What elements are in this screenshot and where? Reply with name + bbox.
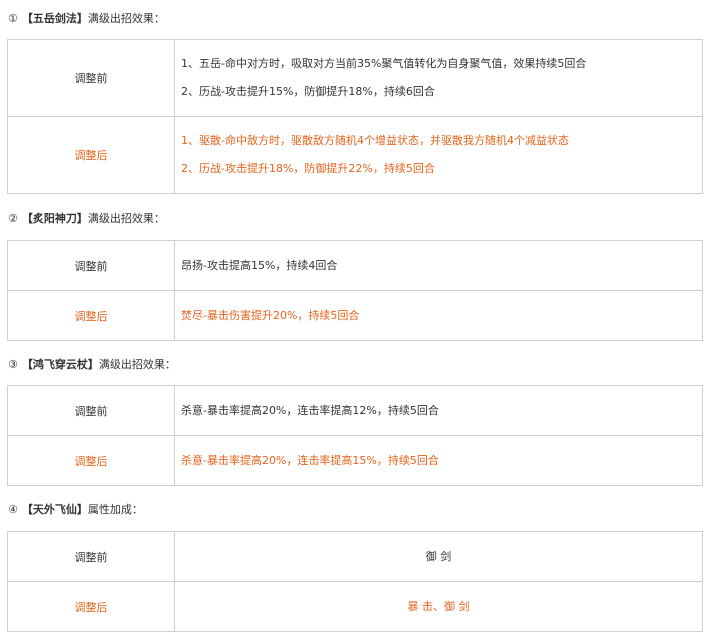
effect-line: 1、驱散-命中敌方时，驱散敌方随机4个增益状态，并驱散我方随机4个减益状态 [181,134,569,147]
section-2-heading: ② 【炙阳神刀】满级出招效果： [8,210,165,228]
section-3-heading: ③ 【鸿飞穿云杖】满级出招效果： [8,356,176,374]
before-cell: 杀意-暴击率提高20%，连击率提高12%，持续5回合 [174,385,703,436]
heading-suffix: 满级出招效果： [87,212,165,225]
attribute-value: 暴 击、御 剑 [407,599,470,613]
effect-line: 2、历战-攻击提升18%，防御提升22%，持续5回合 [181,162,435,175]
table-row-after: 调整后 1、驱散-命中敌方时，驱散敌方随机4个增益状态，并驱散我方随机4个减益状… [7,116,703,194]
skill-name: 【鸿飞穿云杖】 [21,358,99,371]
section-4-heading: ④ 【天外飞仙】属性加成： [8,501,143,519]
effect-line: 杀意-暴击率提高20%，连击率提高12%，持续5回合 [181,403,439,417]
section-3-table: 调整前 杀意-暴击率提高20%，连击率提高12%，持续5回合 调整后 杀意-暴击… [7,385,703,486]
effect-line: 2、历战-攻击提升15%，防御提升18%，持续6回合 [181,85,435,98]
heading-suffix: 满级出招效果： [87,12,165,25]
section-4-table: 调整前 御 剑 调整后 暴 击、御 剑 [7,531,703,632]
section-1-table: 调整前 1、五岳-命中对方时，吸取对方当前35%聚气值转化为自身聚气值，效果持续… [7,39,703,194]
table-row-after: 调整后 暴 击、御 剑 [7,581,703,632]
after-label: 调整后 [7,435,175,486]
after-cell: 杀意-暴击率提高20%，连击率提高15%，持续5回合 [174,435,703,486]
attribute-value: 御 剑 [425,549,452,563]
table-row-after: 调整后 焚尽-暴击伤害提升20%，持续5回合 [7,290,703,341]
effect-line: 焚尽-暴击伤害提升20%，持续5回合 [181,308,360,322]
before-cell: 御 剑 [174,531,703,582]
skill-name: 【天外飞仙】 [21,503,88,516]
section-2-table: 调整前 昂扬-攻击提高15%，持续4回合 调整后 焚尽-暴击伤害提升20%，持续… [7,240,703,341]
table-row-before: 调整前 御 剑 [7,531,703,582]
after-label: 调整后 [7,290,175,341]
heading-suffix: 满级出招效果： [98,358,176,371]
effect-line: 昂扬-攻击提高15%，持续4回合 [181,258,338,272]
table-row-before: 调整前 杀意-暴击率提高20%，连击率提高12%，持续5回合 [7,385,703,436]
before-cell: 1、五岳-命中对方时，吸取对方当前35%聚气值转化为自身聚气值，效果持续5回合 … [174,39,703,117]
before-label: 调整前 [7,39,175,117]
before-cell: 昂扬-攻击提高15%，持续4回合 [174,240,703,291]
section-number: ③ [8,358,18,371]
before-label: 调整前 [7,531,175,582]
after-cell: 焚尽-暴击伤害提升20%，持续5回合 [174,290,703,341]
after-cell: 暴 击、御 剑 [174,581,703,632]
effect-line: 杀意-暴击率提高20%，连击率提高15%，持续5回合 [181,453,439,467]
section-number: ④ [8,503,18,516]
section-number: ① [8,12,18,25]
table-row-before: 调整前 昂扬-攻击提高15%，持续4回合 [7,240,703,291]
after-label: 调整后 [7,116,175,194]
effect-line: 1、五岳-命中对方时，吸取对方当前35%聚气值转化为自身聚气值，效果持续5回合 [181,57,587,70]
after-label: 调整后 [7,581,175,632]
skill-name: 【五岳剑法】 [21,12,88,25]
before-label: 调整前 [7,385,175,436]
before-label: 调整前 [7,240,175,291]
after-cell: 1、驱散-命中敌方时，驱散敌方随机4个增益状态，并驱散我方随机4个减益状态 2、… [174,116,703,194]
section-1-heading: ① 【五岳剑法】满级出招效果： [8,10,165,28]
skill-name: 【炙阳神刀】 [21,212,88,225]
heading-suffix: 属性加成： [87,503,143,516]
table-row-after: 调整后 杀意-暴击率提高20%，连击率提高15%，持续5回合 [7,435,703,486]
section-number: ② [8,212,18,225]
table-row-before: 调整前 1、五岳-命中对方时，吸取对方当前35%聚气值转化为自身聚气值，效果持续… [7,39,703,117]
